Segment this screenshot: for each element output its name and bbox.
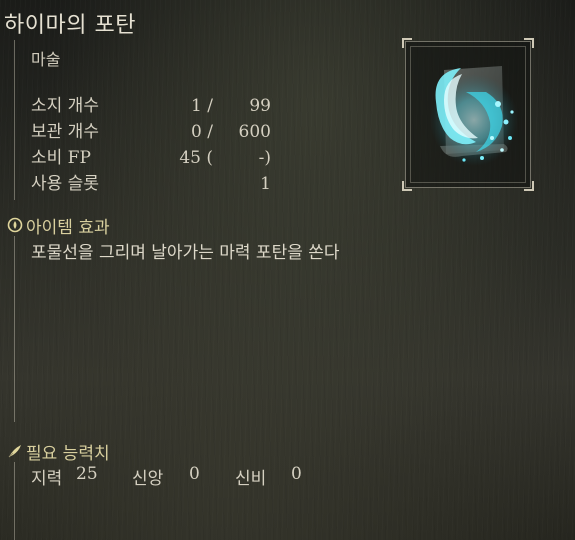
item-title: 하이마의 포탄 (4, 13, 136, 38)
stat-row-held: 소지 개수 1 / 99 (31, 93, 271, 119)
effect-header-text: 아이템 효과 (26, 218, 110, 238)
req-label-arc: 신비 (235, 469, 267, 489)
divider-line (14, 462, 15, 540)
req-value-arc: 0 (291, 464, 302, 484)
req-value-int: 25 (76, 464, 98, 484)
item-stats: 소지 개수 1 / 99 보관 개수 0 / 600 소비 FP 45 ( -)… (31, 93, 271, 197)
req-label-int: 지력 (31, 469, 63, 489)
req-label-fai: 신앙 (132, 469, 164, 489)
divider-line (14, 40, 15, 200)
stat-max: 600 (238, 122, 271, 142)
requirements-row: 지력 25 신앙 0 신비 0 (31, 464, 321, 489)
stat-row-slots: 사용 슬롯 1 (31, 171, 271, 197)
stat-label: 소지 개수 (31, 96, 99, 116)
req-value-fai: 0 (189, 464, 200, 484)
stat-label: 사용 슬롯 (31, 174, 99, 194)
stat-slots: 1 (260, 174, 271, 194)
effect-description: 포물선을 그리며 날아가는 마력 포탄을 쏜다 (31, 243, 340, 263)
stat-value: 1 / (191, 96, 213, 116)
stat-row-fp-cost: 소비 FP 45 ( -) (31, 145, 271, 171)
effect-emblem-icon (6, 217, 24, 235)
item-icon-frame (402, 38, 534, 191)
item-category: 마술 (31, 50, 61, 69)
stat-label: 보관 개수 (31, 122, 99, 142)
stat-value: 0 / (191, 122, 213, 142)
stat-extra: -) (258, 148, 271, 168)
effect-section-header: 아이템 효과 (6, 213, 110, 238)
stat-value: 45 ( (179, 148, 213, 168)
stat-max: 99 (249, 96, 271, 116)
stat-row-stored: 보관 개수 0 / 600 (31, 119, 271, 145)
sorcery-scroll-icon (430, 66, 518, 166)
quill-icon (6, 443, 24, 461)
requirements-section-header: 필요 능력치 (6, 439, 110, 464)
divider-line (14, 236, 15, 422)
stat-label: 소비 FP (31, 148, 91, 168)
requirements-header-text: 필요 능력치 (26, 444, 110, 464)
